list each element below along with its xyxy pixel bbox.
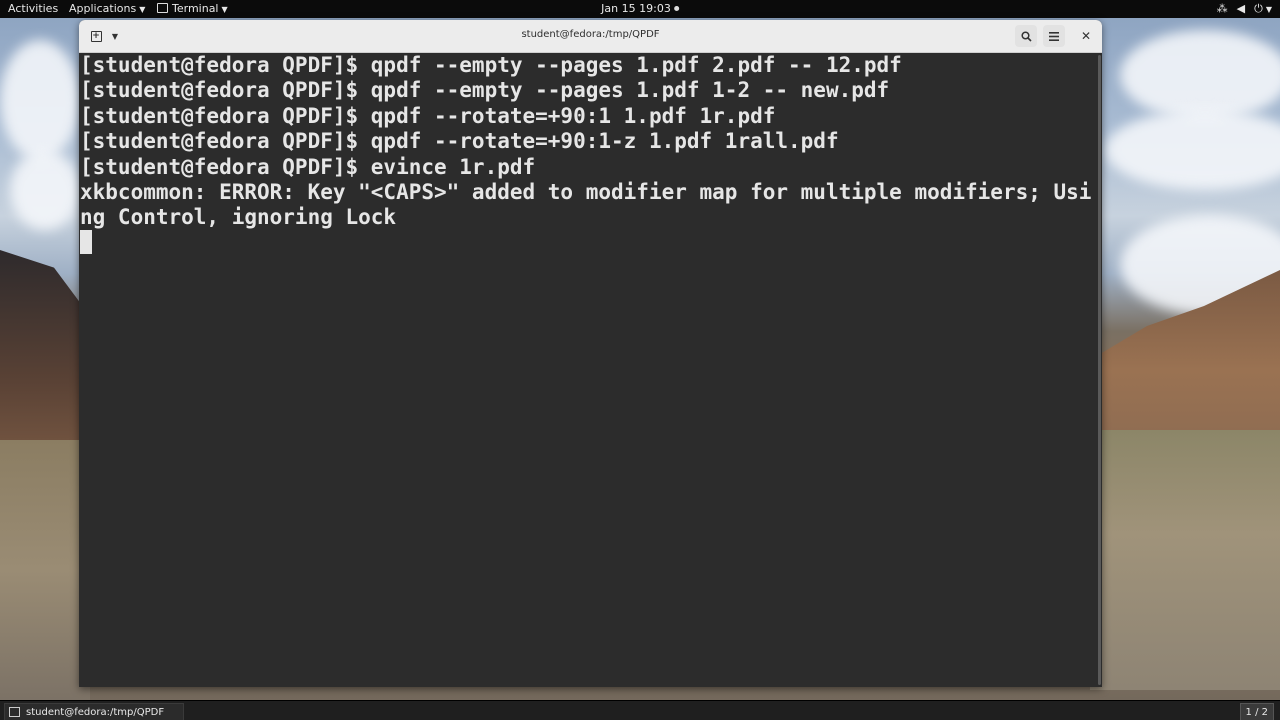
terminal-line: [student@fedora QPDF]$ qpdf --empty --pa… bbox=[80, 53, 902, 77]
close-button[interactable]: ✕ bbox=[1076, 25, 1096, 47]
terminal-app-label: Terminal bbox=[172, 2, 219, 15]
search-icon bbox=[1020, 30, 1032, 42]
window-headerbar: + ▼ student@fedora:/tmp/QPDF ✕ bbox=[79, 20, 1102, 53]
terminal-line: [student@fedora QPDF]$ qpdf --rotate=+90… bbox=[80, 129, 839, 154]
terminal-output[interactable]: [student@fedora QPDF]$ qpdf --empty --pa… bbox=[79, 53, 1096, 687]
workspace-label: 1 / 2 bbox=[1245, 706, 1268, 718]
chevron-down-icon: ▼ bbox=[221, 5, 228, 14]
notification-dot-icon bbox=[673, 6, 679, 11]
network-icon: ⁂ bbox=[1216, 2, 1228, 15]
clock-label: Jan 15 19:03 bbox=[601, 2, 671, 15]
top-bar: Activities Applications ▼ Terminal ▼ Jan 1… bbox=[0, 0, 1280, 18]
terminal-icon bbox=[9, 707, 20, 717]
hamburger-menu-icon bbox=[1049, 31, 1059, 41]
close-icon: ✕ bbox=[1080, 29, 1092, 43]
search-button[interactable] bbox=[1015, 25, 1037, 47]
applications-label: Applications bbox=[69, 2, 137, 15]
hamburger-menu-button[interactable] bbox=[1043, 25, 1065, 47]
clock[interactable]: Jan 15 19:03 bbox=[601, 2, 679, 15]
window-list-bar: student@fedora:/tmp/QPDF 1 / 2 bbox=[0, 700, 1280, 720]
terminal-app-menu[interactable]: Terminal ▼ bbox=[157, 2, 228, 15]
terminal-line: ng Control, ignoring Lock bbox=[80, 205, 397, 230]
terminal-line: [student@fedora QPDF]$ qpdf --empty --pa… bbox=[80, 78, 890, 103]
window-title: student@fedora:/tmp/QPDF bbox=[521, 29, 660, 40]
taskbar-item-terminal[interactable]: student@fedora:/tmp/QPDF bbox=[4, 703, 184, 720]
scrollbar[interactable] bbox=[1096, 53, 1102, 687]
terminal-window: + ▼ student@fedora:/tmp/QPDF ✕ [student@… bbox=[79, 20, 1102, 687]
applications-menu[interactable]: Applications ▼ bbox=[69, 2, 145, 15]
terminal-line: [student@fedora QPDF]$ evince 1r.pdf bbox=[80, 154, 536, 179]
terminal-icon bbox=[157, 3, 168, 13]
power-icon: ⏻ bbox=[1254, 2, 1263, 15]
text-cursor bbox=[80, 230, 92, 254]
terminal-line: xkbcommon: ERROR: Key "<CAPS>" added to … bbox=[80, 180, 1092, 205]
taskbar-item-label: student@fedora:/tmp/QPDF bbox=[26, 706, 165, 718]
volume-icon: ◀ bbox=[1236, 2, 1246, 15]
activities-button[interactable]: Activities bbox=[8, 2, 58, 15]
system-menu[interactable]: ⁂ ◀ ⏻ ▼ bbox=[1208, 2, 1272, 16]
chevron-down-icon: ▼ bbox=[139, 5, 146, 14]
terminal-line: [student@fedora QPDF]$ qpdf --rotate=+90… bbox=[80, 103, 776, 128]
chevron-down-icon: ▼ bbox=[1265, 5, 1272, 14]
scrollbar-thumb[interactable] bbox=[1098, 55, 1101, 685]
workspace-indicator[interactable]: 1 / 2 bbox=[1239, 703, 1274, 720]
